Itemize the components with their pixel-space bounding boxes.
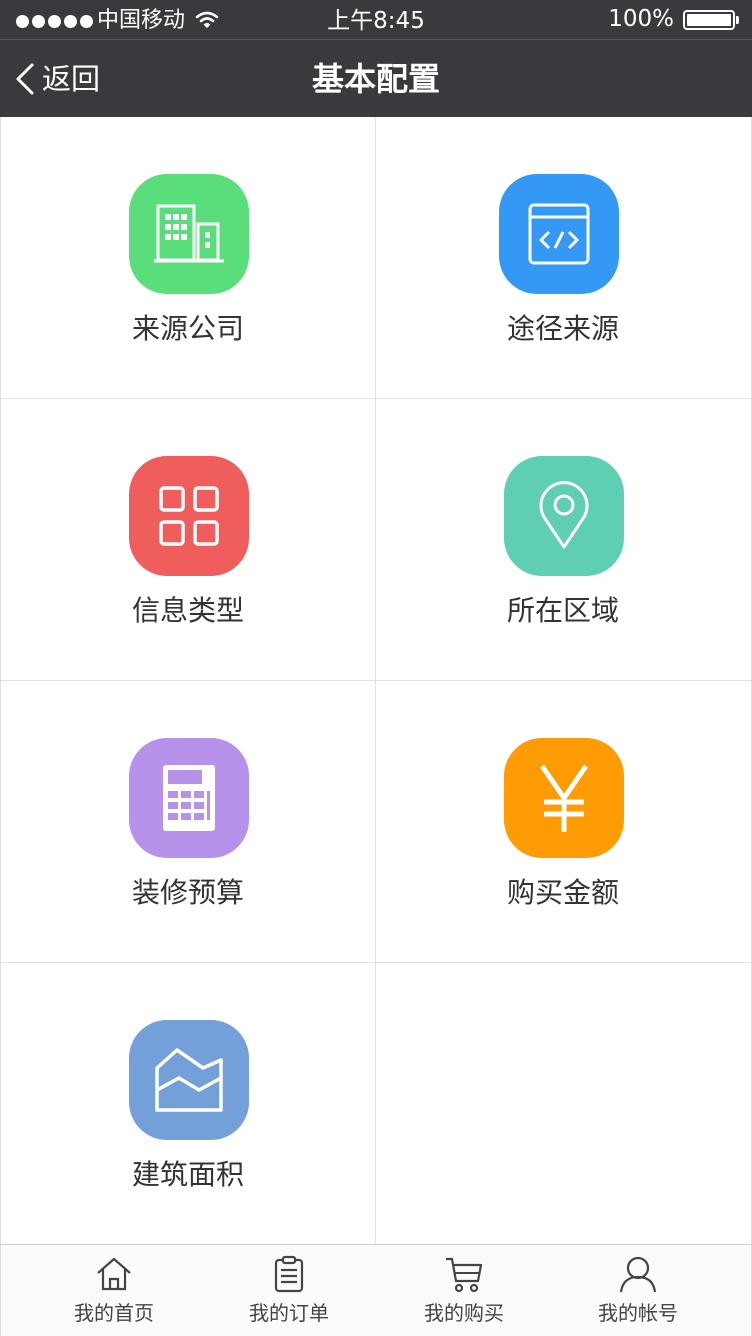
tab-home[interactable]: 我的首页 [39, 1245, 189, 1336]
home-icon [97, 1257, 131, 1291]
config-item-source-company[interactable]: 来源公司 [1, 117, 376, 399]
tab-purchases[interactable]: 我的购买 [389, 1245, 539, 1336]
tile-region [504, 456, 624, 576]
tab-orders[interactable]: 我的订单 [214, 1245, 364, 1336]
tile-building-area [129, 1020, 249, 1140]
bottom-tab-bar: 我的首页 我的订单 我的购买 我的帐号 [0, 1244, 752, 1336]
tile-info-type [129, 456, 249, 576]
page-title: 基本配置 [311, 60, 440, 98]
tile-channel-source [499, 174, 619, 294]
config-item-renovation-budget[interactable]: 装修预算 [1, 681, 376, 963]
battery-percentage: 100% [608, 6, 674, 32]
tab-home-label: 我的首页 [74, 1301, 154, 1325]
battery-icon [683, 10, 739, 30]
label-channel-source: 途径来源 [506, 312, 619, 345]
user-icon [619, 1256, 657, 1293]
clipboard-icon [274, 1255, 304, 1293]
config-item-channel-source[interactable]: 途径来源 [376, 117, 751, 399]
tab-account[interactable]: 我的帐号 [563, 1245, 713, 1336]
config-item-region[interactable]: 所在区域 [376, 399, 751, 681]
config-item-building-area[interactable]: 建筑面积 [1, 963, 376, 1245]
app-header: 中国移动 上午8:45 100% 返回 基本配置 [0, 0, 752, 117]
label-purchase-amount: 购买金额 [506, 876, 619, 909]
navigation-bar: 返回 基本配置 [0, 41, 752, 117]
building-icon [154, 204, 224, 263]
grid-squares-icon [159, 486, 219, 546]
label-info-type: 信息类型 [131, 594, 244, 627]
config-grid: 来源公司 途径来源 信息类型 所在区域 装修预算 购买金额 建筑面积 [0, 117, 752, 1245]
cart-icon [446, 1257, 483, 1293]
label-source-company: 来源公司 [131, 312, 244, 345]
label-region: 所在区域 [506, 594, 619, 627]
location-pin-icon [539, 481, 589, 549]
label-building-area: 建筑面积 [131, 1158, 244, 1191]
config-item-purchase-amount[interactable]: 购买金额 [376, 681, 751, 963]
status-bar: 中国移动 上午8:45 100% [0, 0, 752, 40]
tile-source-company [129, 174, 249, 294]
calculator-icon [163, 765, 215, 831]
config-item-info-type[interactable]: 信息类型 [1, 399, 376, 681]
tab-account-label: 我的帐号 [598, 1301, 678, 1325]
yen-icon [539, 764, 589, 832]
tab-purchases-label: 我的购买 [424, 1301, 504, 1325]
label-renovation-budget: 装修预算 [131, 876, 244, 909]
area-chart-icon [155, 1048, 223, 1112]
code-window-icon [528, 203, 590, 265]
tile-purchase-amount [504, 738, 624, 858]
empty-cell [376, 963, 751, 1245]
tab-orders-label: 我的订单 [249, 1301, 329, 1325]
tile-renovation-budget [129, 738, 249, 858]
